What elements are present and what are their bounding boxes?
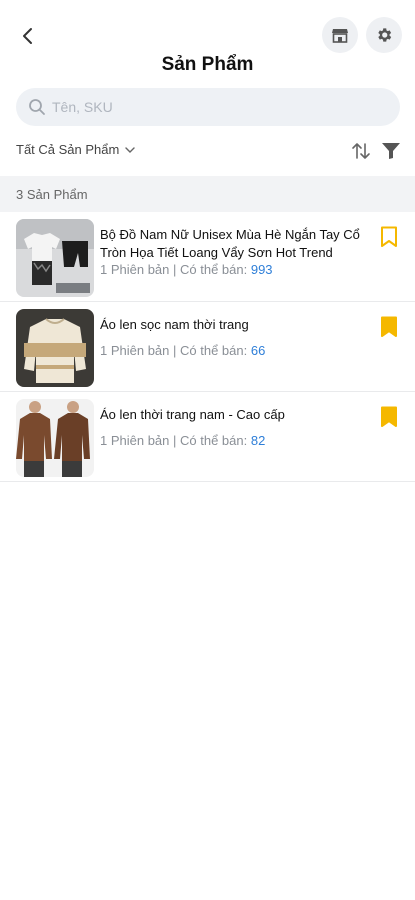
product-item[interactable]: Bộ Đồ Nam Nữ Unisex Mùa Hè Ngắn Tay Cổ T…	[0, 212, 415, 302]
category-dropdown[interactable]: Tất Cả Sản Phẩm	[16, 142, 136, 157]
product-variants: 1 Phiên bản	[100, 343, 170, 358]
product-item[interactable]: Áo len thời trang nam - Cao cấp 1 Phiên …	[0, 392, 415, 482]
search-bar[interactable]	[16, 88, 400, 126]
product-meta: 1 Phiên bản | Có thể bán: 66	[100, 343, 265, 358]
filter-button[interactable]	[380, 140, 402, 162]
meta-separator: |	[169, 343, 181, 358]
product-name: Áo len sọc nam thời trang	[100, 317, 249, 332]
settings-button[interactable]	[366, 17, 402, 53]
bookmark-outline-icon[interactable]	[380, 226, 398, 248]
product-meta: 1 Phiên bản | Có thể bán: 82	[100, 433, 265, 448]
filter-bar: Tất Cả Sản Phẩm	[0, 136, 415, 168]
available-label: Có thể bán:	[180, 343, 251, 358]
store-button[interactable]	[322, 17, 358, 53]
available-stock: 993	[250, 262, 273, 277]
category-label: Tất Cả Sản Phẩm	[16, 142, 120, 157]
product-name: Bộ Đồ Nam Nữ Unisex Mùa Hè Ngắn Tay Cổ T…	[100, 227, 360, 260]
page-title: Sản Phẩm	[161, 54, 254, 75]
bookmark-filled-icon[interactable]	[380, 406, 398, 428]
product-thumbnail	[16, 219, 94, 297]
search-input[interactable]	[52, 99, 372, 115]
product-item[interactable]: Áo len sọc nam thời trang 1 Phiên bản | …	[0, 302, 415, 392]
store-icon	[332, 29, 348, 43]
meta-separator: |	[169, 262, 181, 277]
product-meta: 1 Phiên bản | Có thể bán: 993	[100, 262, 273, 277]
sort-icon	[352, 143, 370, 159]
product-count-bar: 3 Sản Phẩm	[0, 176, 415, 212]
search-icon	[29, 99, 45, 115]
top-bar: Sản Phẩm	[0, 0, 415, 88]
available-label: Có thể bán:	[180, 433, 251, 448]
sort-button[interactable]	[350, 140, 372, 162]
available-stock: 82	[250, 433, 266, 448]
back-button[interactable]	[12, 20, 44, 52]
available-label: Có thể bán:	[180, 262, 251, 277]
product-count: 3 Sản Phẩm	[16, 186, 88, 202]
chevron-left-icon	[23, 28, 32, 44]
bookmark-filled-icon[interactable]	[380, 316, 398, 338]
product-variants: 1 Phiên bản	[100, 433, 170, 448]
filter-icon	[382, 143, 400, 159]
available-stock: 66	[250, 343, 266, 358]
meta-separator: |	[169, 433, 181, 448]
product-name: Áo len thời trang nam - Cao cấp	[100, 407, 285, 422]
chevron-down-icon	[125, 146, 136, 153]
product-thumbnail	[16, 309, 94, 387]
product-variants: 1 Phiên bản	[100, 262, 170, 277]
gear-icon	[378, 28, 392, 42]
product-list: Bộ Đồ Nam Nữ Unisex Mùa Hè Ngắn Tay Cổ T…	[0, 212, 415, 482]
product-thumbnail	[16, 399, 94, 477]
